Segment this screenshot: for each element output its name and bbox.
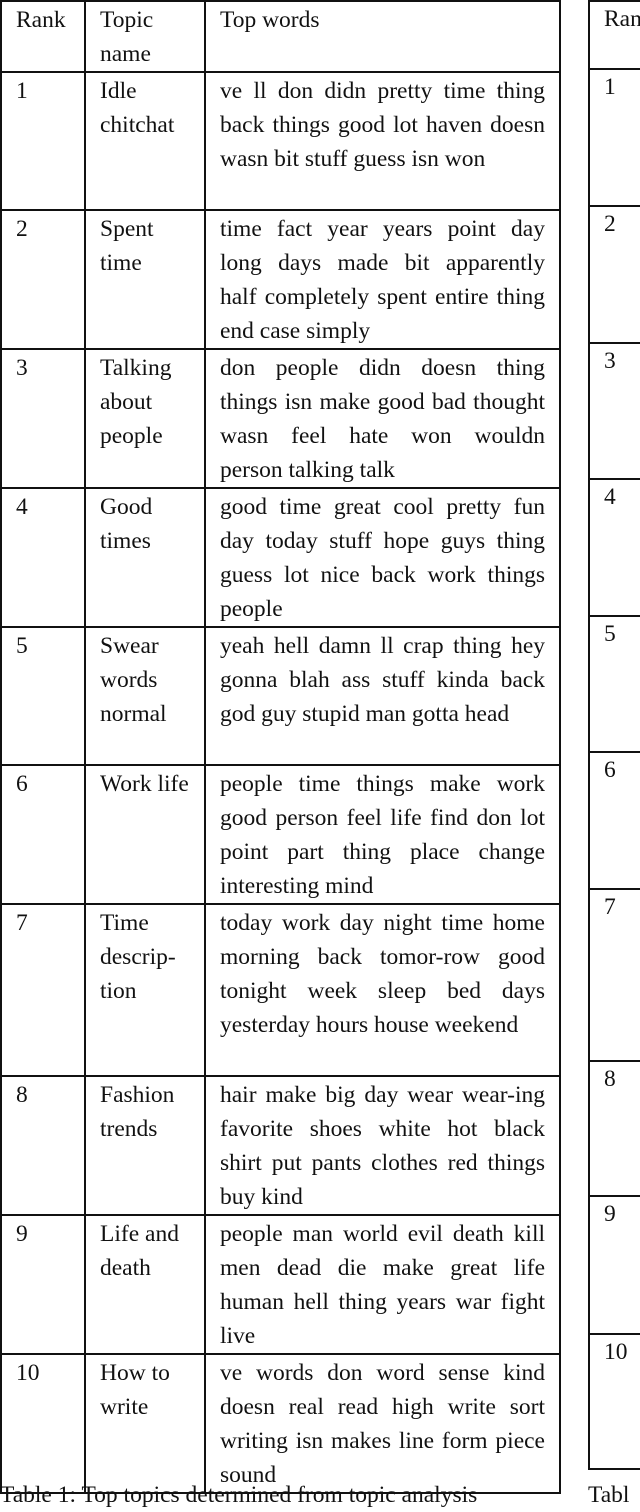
top-words-cell: people man world evil death kill men dea… <box>204 1214 561 1355</box>
table-row: 4 Good times good time great cool pretty f… <box>0 487 561 628</box>
adjacent-table-row: 6 <box>590 751 640 888</box>
table-row: 1 Idle chitchat ve ll don didn pretty time… <box>0 71 561 211</box>
header-row: Rank Topic name Top words <box>0 0 561 73</box>
topic-name-cell: Fashion trends <box>84 1075 206 1216</box>
adjacent-rank-cell: 2 <box>604 211 616 237</box>
adjacent-table-row: 5 <box>590 615 640 751</box>
adjacent-table-row: 7 <box>590 888 640 1060</box>
adjacent-table-row: 3 <box>590 342 640 478</box>
topic-name-cell: Work life <box>84 764 206 905</box>
table-row: 10 How to write ve words don word sense ki… <box>0 1353 561 1494</box>
header-topic-name: Topic name <box>84 0 206 73</box>
top-words-cell: today work day night time home morning b… <box>204 903 561 1077</box>
caption-left: Table 1: Top topics determined from topi… <box>0 1482 478 1508</box>
adjacent-rank-cell: 8 <box>604 1066 616 1092</box>
adjacent-table-row: 9 <box>590 1195 640 1333</box>
adjacent-header-row: Ran <box>590 2 640 68</box>
adjacent-rank-cell: 4 <box>604 484 616 510</box>
rank-cell: 2 <box>0 209 86 350</box>
adjacent-header-rank: Ran <box>604 6 640 32</box>
top-words-cell: yeah hell damn ll crap thing hey gonna b… <box>204 626 561 766</box>
rank-cell: 3 <box>0 348 86 489</box>
table-row: 8 Fashion trends hair make big day wear we… <box>0 1075 561 1216</box>
adjacent-table-row: 8 <box>590 1060 640 1195</box>
top-words-cell: time fact year years point day long days… <box>204 209 561 350</box>
topic-name-cell: Life and death <box>84 1214 206 1355</box>
topics-table: Rank Topic name Top words 1 Idle chitchat… <box>0 0 561 1494</box>
rank-cell: 7 <box>0 903 86 1077</box>
rank-cell: 10 <box>0 1353 86 1494</box>
rank-cell: 4 <box>0 487 86 628</box>
adjacent-rank-cell: 9 <box>604 1201 616 1227</box>
adjacent-table-row: 10 <box>590 1333 640 1468</box>
topic-name-cell: Good times <box>84 487 206 628</box>
table-row: 2 Spent time time fact year years point da… <box>0 209 561 350</box>
topic-name-cell: Swear words normal <box>84 626 206 766</box>
topic-name-cell: Talking about people <box>84 348 206 489</box>
caption-right: Tabl <box>588 1482 630 1508</box>
topic-name-cell: How to write <box>84 1353 206 1494</box>
top-words-cell: people time things make work good person… <box>204 764 561 905</box>
table-row: 3 Talking about people don people didn doe… <box>0 348 561 489</box>
rank-cell: 1 <box>0 71 86 211</box>
header-rank: Rank <box>0 0 86 73</box>
topic-name-cell: Idle chitchat <box>84 71 206 211</box>
top-words-cell: ve ll don didn pretty time thing back th… <box>204 71 561 211</box>
rank-cell: 8 <box>0 1075 86 1216</box>
top-words-cell: don people didn doesn thing things isn m… <box>204 348 561 489</box>
topic-name-cell: Time descrip-tion <box>84 903 206 1077</box>
adjacent-table-partial: Ran 1 2 3 4 5 6 7 8 9 10 <box>588 0 640 1470</box>
header-top-words: Top words <box>204 0 561 73</box>
adjacent-table-row: 4 <box>590 478 640 615</box>
table-caption: Table 1: Top topics determined from topi… <box>0 1478 640 1512</box>
table-row: 9 Life and death people man world evil dea… <box>0 1214 561 1355</box>
rank-cell: 6 <box>0 764 86 905</box>
table-row: 5 Swear words normal yeah hell damn ll cra… <box>0 626 561 766</box>
table-row: 6 Work life people time things make work g… <box>0 764 561 905</box>
adjacent-rank-cell: 6 <box>604 757 616 783</box>
rank-cell: 9 <box>0 1214 86 1355</box>
top-words-cell: hair make big day wear wear-ing favorite… <box>204 1075 561 1216</box>
adjacent-table-row: 2 <box>590 205 640 342</box>
adjacent-rank-cell: 1 <box>604 74 616 100</box>
topic-name-cell: Spent time <box>84 209 206 350</box>
rank-cell: 5 <box>0 626 86 766</box>
adjacent-rank-cell: 10 <box>604 1339 628 1365</box>
adjacent-rank-cell: 5 <box>604 621 616 647</box>
top-words-cell: ve words don word sense kind doesn real … <box>204 1353 561 1494</box>
adjacent-rank-cell: 3 <box>604 348 616 374</box>
top-words-cell: good time great cool pretty fun day toda… <box>204 487 561 628</box>
adjacent-rank-cell: 7 <box>604 894 616 920</box>
table-row: 7 Time descrip-tion today work day night t… <box>0 903 561 1077</box>
adjacent-table-row: 1 <box>590 68 640 205</box>
